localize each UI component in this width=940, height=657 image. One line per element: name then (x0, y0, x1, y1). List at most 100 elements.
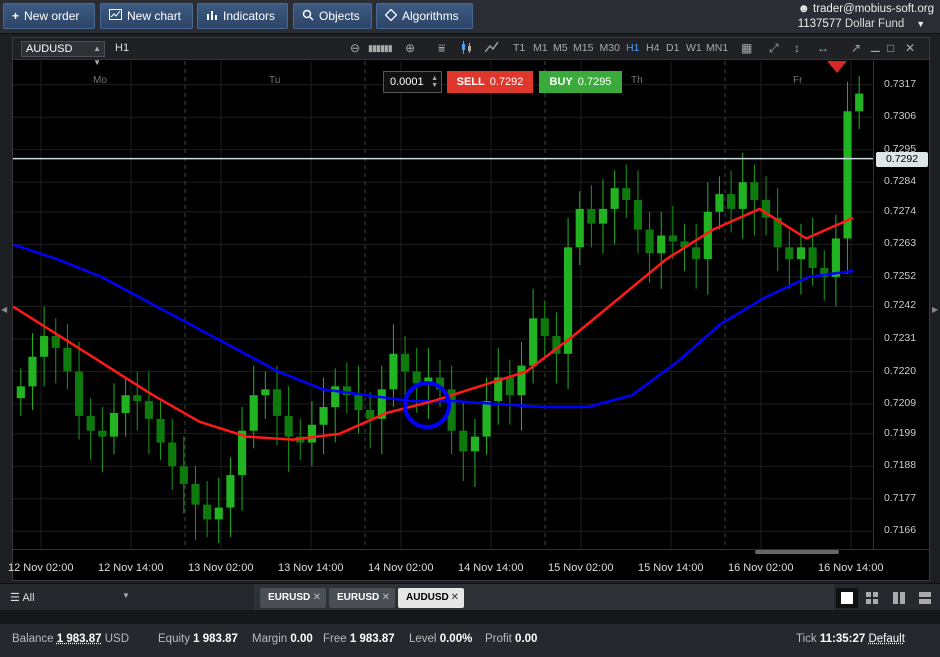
chart-scrollbar[interactable] (755, 550, 839, 554)
columns-layout-icon[interactable] (888, 588, 910, 608)
buy-button[interactable]: BUY 0.7295 (539, 71, 622, 93)
server-link[interactable]: Default (868, 633, 904, 645)
drawing-tools-icon[interactable]: ▦ (741, 41, 752, 55)
single-layout-icon[interactable] (836, 588, 858, 608)
collapse-right-icon[interactable]: ▶ (932, 305, 938, 314)
filter-selector[interactable]: ☰ All ▼ (10, 591, 130, 604)
objects-button[interactable]: Objects (293, 3, 372, 29)
line-chart-icon[interactable] (484, 41, 499, 56)
candle-body (51, 336, 60, 348)
candle-body (587, 208, 596, 224)
tick-status: Tick 11:35:27 Default (796, 633, 905, 645)
day-label: Fr (793, 75, 803, 86)
close-tab-icon[interactable]: ✕ (451, 588, 459, 608)
time-tick-label: 14 Nov 14:00 (458, 562, 524, 574)
clock-time: 11:35:27 (819, 633, 866, 645)
candle-body (540, 318, 549, 337)
time-tick-label: 15 Nov 02:00 (548, 562, 614, 574)
candle-body (226, 475, 235, 508)
zoom-out-icon[interactable]: ⊖ (350, 41, 360, 55)
candle-body (482, 401, 491, 437)
day-label: Tu (269, 75, 280, 86)
crosshair-icon[interactable]: ⩸ (438, 41, 445, 56)
candle-body (668, 235, 677, 242)
user-email: trader@mobius-soft.org (813, 3, 934, 15)
close-tab-icon[interactable]: ✕ (313, 588, 321, 608)
expand-diagonal-icon[interactable]: ⤢ (769, 41, 779, 56)
timeframe-m30[interactable]: M30 (600, 42, 620, 54)
price-tick-label: 0.7242 (884, 299, 917, 312)
timeframe-h1[interactable]: H1 (626, 42, 639, 54)
panel-divider (0, 610, 940, 624)
close-tab-icon[interactable]: ✕ (382, 588, 390, 608)
account-status-bar: Balance 1 983.87 USD Equity 1 983.87 Mar… (0, 624, 940, 657)
candle-body (459, 430, 468, 452)
main-toolbar: + New order New chart Indicators Objects (0, 0, 940, 34)
timeframe-m1[interactable]: M1 (533, 42, 548, 54)
chart-window: AUDUSD ▲ ▼ H1 ⊖ ▮▮▮▮▮▮ ⊕ ⩸ T1 M1 M5 M15 M30 H1… (8, 37, 930, 581)
sell-button[interactable]: SELL 0.7292 (447, 71, 533, 93)
dropdown-arrow-icon: ▼ (122, 591, 130, 600)
quantity-input[interactable]: 0.0001 ▲ ▼ (383, 71, 442, 93)
candle-body (633, 200, 643, 230)
candle-body (121, 395, 130, 413)
zoom-slider-icon[interactable]: ▮▮▮▮▮▮ (368, 43, 393, 54)
tab-eurusd[interactable]: EURUSD ✕ (260, 588, 326, 608)
candle-body (750, 182, 759, 201)
grid-layout-icon[interactable] (861, 588, 883, 608)
new-chart-button[interactable]: New chart (100, 3, 193, 29)
candle-body (109, 412, 119, 437)
timeframe-t1[interactable]: T1 (513, 42, 525, 54)
candle-body (400, 353, 410, 372)
price-tick-label: 0.7199 (884, 426, 917, 439)
candle-body (74, 371, 84, 416)
tab-eurusd[interactable]: EURUSD ✕ (329, 588, 395, 608)
account-box[interactable]: ☻ trader@mobius-soft.org 1137577 Dollar … (798, 2, 934, 32)
zoom-in-icon[interactable]: ⊕ (405, 41, 415, 55)
timeframe-h4[interactable]: H4 (646, 42, 659, 54)
time-tick-label: 12 Nov 14:00 (98, 562, 164, 574)
new-order-button[interactable]: + New order (3, 3, 95, 29)
candle-body (272, 389, 282, 416)
timeframe-m5[interactable]: M5 (553, 42, 568, 54)
chart-icon (109, 9, 122, 23)
rows-layout-icon[interactable] (914, 588, 936, 608)
close-icon[interactable]: ✕ (905, 41, 915, 55)
time-tick-label: 15 Nov 14:00 (638, 562, 704, 574)
indicators-button[interactable]: Indicators (197, 3, 288, 29)
timeframe-m15[interactable]: M15 (573, 42, 593, 54)
algorithms-button[interactable]: Algorithms (376, 3, 473, 29)
price-tick-label: 0.7220 (884, 364, 917, 377)
time-tick-label: 12 Nov 02:00 (8, 562, 74, 574)
horizontal-arrows-icon[interactable]: ↔ (817, 41, 829, 55)
symbol-selector[interactable]: AUDUSD ▲ ▼ (21, 41, 105, 67)
price-tick-label: 0.7306 (884, 110, 917, 123)
candle-body (785, 247, 794, 260)
candle-body (855, 93, 864, 112)
maximize-icon[interactable]: □ (887, 41, 894, 55)
candles-icon[interactable] (461, 41, 473, 57)
vertical-arrows-icon[interactable]: ↕ (794, 41, 800, 55)
collapse-left-icon[interactable]: ◀ (1, 305, 7, 314)
candle-body (168, 442, 177, 467)
detach-icon[interactable]: ↗ (851, 41, 861, 55)
candle-body (144, 401, 153, 419)
price-axis[interactable]: 0.7317 0.7306 0.7295 0.7284 0.7274 0.7263 0.72… (873, 61, 929, 549)
price-tick-label: 0.7231 (884, 332, 917, 344)
price-tick-label: 0.7284 (884, 175, 917, 188)
level-status: Level 0.00% (409, 633, 473, 645)
candle-body (610, 188, 619, 209)
minimize-icon[interactable]: ⚊ (870, 41, 881, 55)
timeframe-w1[interactable]: W1 (686, 42, 702, 54)
timeframe-mn1[interactable]: MN1 (706, 42, 728, 54)
candle-body (284, 415, 293, 437)
price-tick-label: 0.7177 (884, 491, 917, 504)
candle-body (505, 377, 514, 396)
tab-audusd[interactable]: AUDUSD ✕ (398, 588, 464, 608)
day-label: Mo (93, 75, 107, 86)
timeframe-d1[interactable]: D1 (666, 42, 679, 54)
candle-body (727, 194, 736, 209)
price-chart[interactable]: Mo Tu Th Fr (13, 61, 873, 549)
candle-body (412, 371, 421, 384)
price-tick-label: 0.7209 (884, 397, 917, 410)
